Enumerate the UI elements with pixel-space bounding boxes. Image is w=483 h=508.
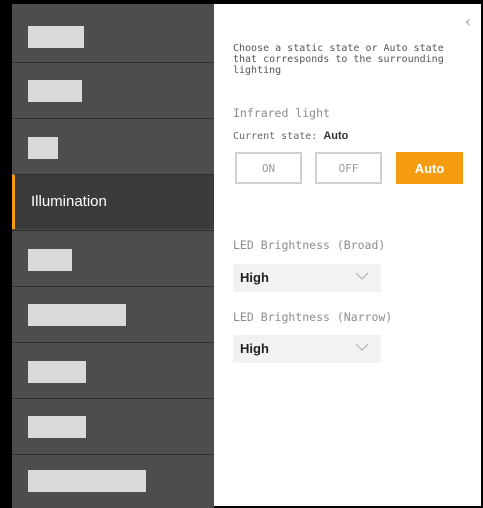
redacted-label [28, 470, 146, 492]
chevron-down-icon [355, 343, 369, 351]
settings-window: Illumination ‹ Choose a static state or … [0, 0, 483, 508]
sidebar-item-1[interactable] [12, 4, 214, 59]
sidebar-item-7[interactable] [12, 342, 214, 397]
current-state-value: Auto [323, 130, 349, 142]
infrared-auto-button[interactable]: Auto [396, 152, 463, 184]
chevron-down-icon [355, 272, 369, 280]
panel-description: Choose a static state or Auto state that… [233, 43, 444, 76]
redacted-label [28, 137, 58, 159]
led-broad-title: LED Brightness (Broad) [233, 238, 386, 252]
sidebar-item-label: Illumination [31, 193, 107, 210]
sidebar-item-illumination[interactable]: Illumination [12, 174, 214, 229]
redacted-label [28, 361, 86, 383]
sidebar-item-3[interactable] [12, 118, 214, 173]
sidebar-item-6[interactable] [12, 286, 214, 341]
current-state-label: Current state: [233, 131, 318, 142]
current-state: Current state: Auto [233, 130, 348, 142]
infrared-title: Infrared light [233, 106, 330, 120]
redacted-label [28, 249, 72, 271]
sidebar-item-5[interactable] [12, 230, 214, 285]
sidebar-item-2[interactable] [12, 62, 214, 117]
redacted-label [28, 80, 82, 102]
sidebar: Illumination [12, 4, 214, 508]
led-broad-select[interactable]: High [233, 264, 381, 292]
led-broad-value: High [240, 270, 269, 285]
led-narrow-value: High [240, 341, 269, 356]
infrared-on-button[interactable]: ON [235, 152, 302, 184]
infrared-off-button[interactable]: OFF [315, 152, 382, 184]
led-narrow-title: LED Brightness (Narrow) [233, 310, 393, 324]
led-narrow-select[interactable]: High [233, 335, 381, 363]
redacted-label [28, 26, 84, 48]
frame-border [0, 0, 12, 508]
chevron-left-icon[interactable]: ‹ [465, 14, 471, 30]
sidebar-item-9[interactable] [12, 454, 214, 508]
redacted-label [28, 304, 126, 326]
sidebar-item-8[interactable] [12, 398, 214, 453]
redacted-label [28, 416, 86, 438]
illumination-panel: ‹ Choose a static state or Auto state th… [214, 4, 481, 506]
